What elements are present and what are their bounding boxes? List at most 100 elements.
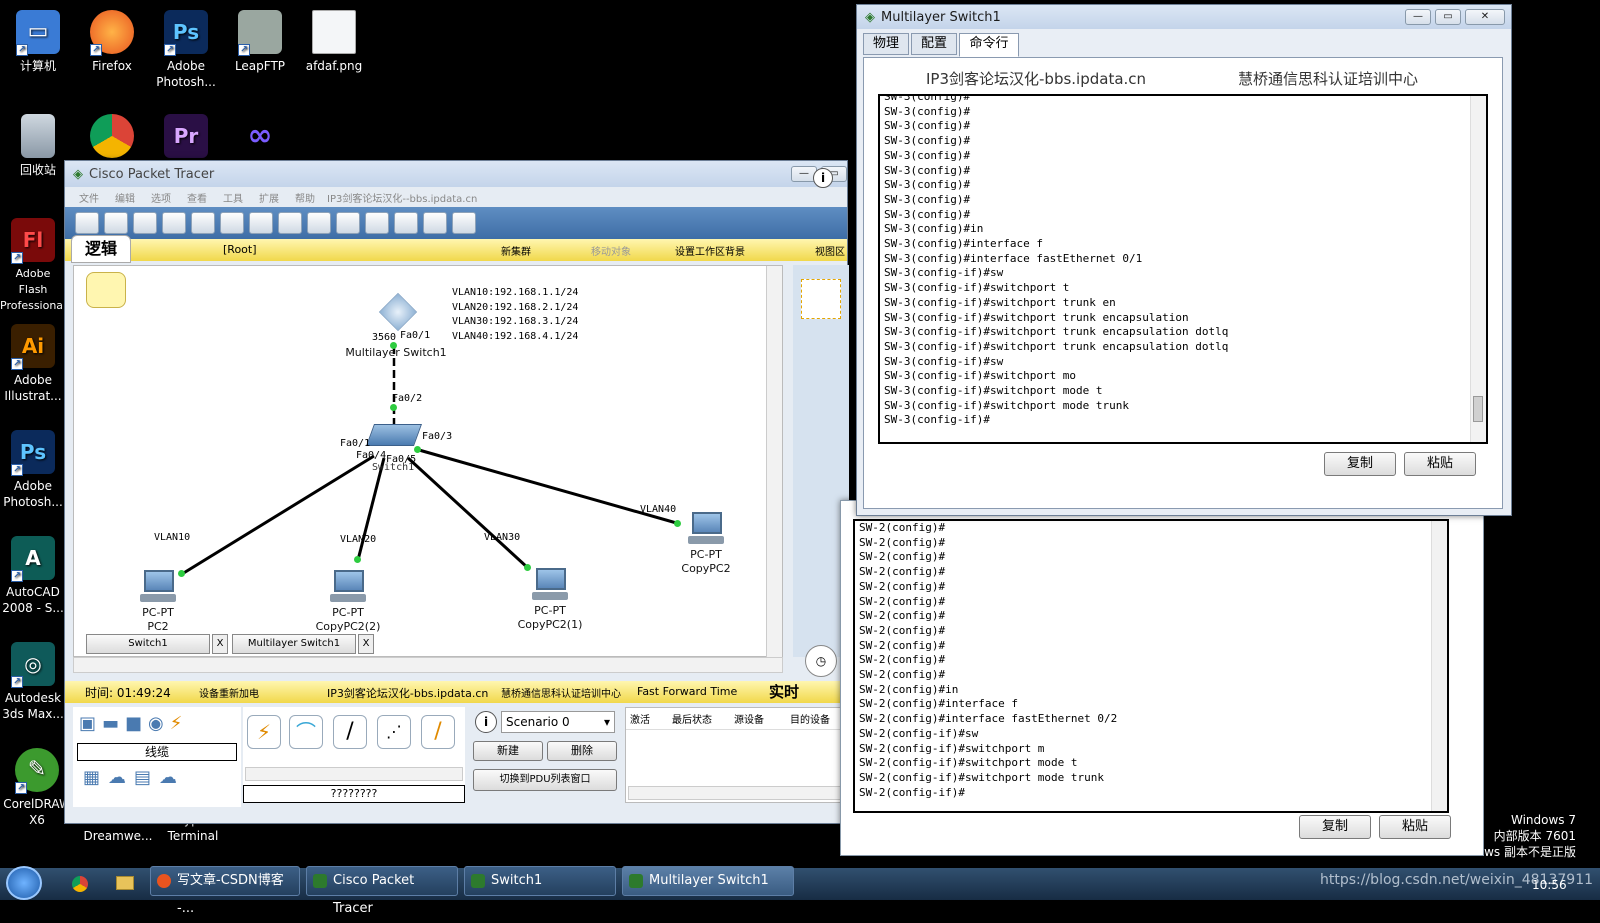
- start-button[interactable]: [6, 866, 42, 900]
- auto-cable-icon[interactable]: ⚡: [247, 715, 281, 749]
- desktop-icon-autocad[interactable]: A ↗ AutoCAD 2008 - S...: [0, 536, 66, 616]
- desktop-icon-firefox[interactable]: ↗ Firefox: [74, 10, 150, 74]
- crossover-cable-icon[interactable]: ⋰: [377, 715, 411, 749]
- menu-file[interactable]: 文件: [79, 190, 99, 205]
- ml-copy-button[interactable]: 复制: [1324, 452, 1396, 476]
- minimize-button[interactable]: —: [1405, 9, 1431, 25]
- desktop-icon-afdaf[interactable]: afdaf.png: [296, 10, 372, 74]
- tab-config[interactable]: 配置: [911, 33, 957, 55]
- undo-icon[interactable]: [278, 212, 302, 234]
- open-tab-ml-switch1[interactable]: Multilayer Switch1: [232, 634, 356, 654]
- new-cluster-button[interactable]: 新集群: [501, 243, 531, 258]
- info-icon[interactable]: i: [813, 168, 833, 188]
- scenario-select[interactable]: Scenario 0 ▾: [501, 711, 615, 733]
- desktop-icon-computer[interactable]: ▭ ↗ 计算机: [0, 10, 76, 74]
- taskbar-item-switch1[interactable]: Switch1: [464, 866, 616, 896]
- desktop-icon-photoshop-2[interactable]: Ps ↗ Adobe Photosh...: [0, 430, 66, 510]
- fiber-cable-icon[interactable]: /: [421, 715, 455, 749]
- tab-cli[interactable]: 命令行: [959, 33, 1019, 57]
- menu-tools[interactable]: 工具: [223, 190, 243, 205]
- tab-physical[interactable]: 物理: [863, 33, 909, 55]
- desktop-icon-photoshop[interactable]: Ps ↗ Adobe Photosh...: [148, 10, 224, 90]
- copy-icon[interactable]: [220, 212, 244, 234]
- switch1-paste-button[interactable]: 粘贴: [1379, 815, 1451, 839]
- logical-tab[interactable]: 逻辑: [71, 235, 131, 263]
- console-cable-icon[interactable]: ⌒: [289, 715, 323, 749]
- wizard-icon[interactable]: [191, 212, 215, 234]
- watermark-line1: Windows 7: [1510, 813, 1576, 827]
- set-background-button[interactable]: 设置工作区背景: [675, 243, 745, 258]
- open-tab-switch1[interactable]: Switch1: [86, 634, 210, 654]
- device-template-icon[interactable]: [452, 212, 476, 234]
- paste-icon[interactable]: [249, 212, 273, 234]
- viewport-button[interactable]: 视图区: [815, 243, 845, 258]
- redo-icon[interactable]: [307, 212, 331, 234]
- canvas-horizontal-scrollbar[interactable]: [73, 657, 783, 673]
- switch1-cli-scrollbar[interactable]: [1431, 521, 1447, 811]
- toggle-pdu-list-button[interactable]: 切换到PDU列表窗口: [473, 769, 617, 791]
- print-icon[interactable]: [162, 212, 186, 234]
- zoom-reset-icon[interactable]: [365, 212, 389, 234]
- scenario-info-icon[interactable]: i: [475, 711, 497, 733]
- desktop-icon-coreldraw[interactable]: ✎ ↗ CorelDRAW X6: [0, 748, 74, 828]
- close-tab-switch1-button[interactable]: X: [212, 634, 228, 654]
- menu-edit[interactable]: 编辑: [115, 190, 135, 205]
- new-scenario-button[interactable]: 新建: [473, 741, 543, 761]
- ml-paste-button[interactable]: 粘贴: [1404, 452, 1476, 476]
- desktop-icon-3dsmax[interactable]: ◎ ↗ Autodesk 3ds Max...: [0, 642, 66, 722]
- ml-cli-scroll-thumb[interactable]: [1473, 396, 1483, 422]
- explorer-icon[interactable]: [116, 876, 134, 890]
- save-icon[interactable]: [133, 212, 157, 234]
- open-folder-icon[interactable]: [104, 212, 128, 234]
- palette-icon[interactable]: [423, 212, 447, 234]
- menu-extensions[interactable]: 扩展: [259, 190, 279, 205]
- app-icon: ∞: [247, 118, 273, 153]
- clock-icon[interactable]: ◷: [805, 645, 837, 677]
- close-tab-ml-switch1-button[interactable]: X: [358, 634, 374, 654]
- packet-tracer-icon: ◈: [865, 9, 875, 25]
- fast-forward-button[interactable]: Fast Forward Time: [637, 685, 737, 698]
- cable-scrollbar[interactable]: [245, 767, 463, 781]
- switch-port-up-label: Fa0/2: [392, 393, 423, 404]
- menu-view[interactable]: 查看: [187, 190, 207, 205]
- close-button[interactable]: ✕: [1465, 9, 1505, 25]
- canvas-vertical-scrollbar[interactable]: [766, 266, 782, 658]
- ml-cli-terminal[interactable]: SW-3(config)# SW-3(config)# SW-3(config)# S…: [878, 94, 1488, 444]
- switch-icon[interactable]: [365, 424, 423, 446]
- copypc2-1-icon[interactable]: [532, 568, 568, 602]
- topology-canvas[interactable]: 3560 Fa0/1 Multilayer Switch1 VLAN10:192…: [73, 265, 783, 658]
- menu-help[interactable]: 帮助: [295, 190, 315, 205]
- delete-scenario-button[interactable]: 删除: [547, 741, 617, 761]
- desktop-icon-leapftp[interactable]: ↗ LeapFTP: [222, 10, 298, 74]
- taskbar-item-packet-tracer[interactable]: Cisco Packet Tracer: [306, 866, 458, 916]
- chrome-icon[interactable]: [72, 876, 88, 892]
- switch1-copy-button[interactable]: 复制: [1299, 815, 1371, 839]
- zoom-in-icon[interactable]: [336, 212, 360, 234]
- desktop-icon-premiere[interactable]: Pr: [148, 114, 224, 162]
- move-object-button[interactable]: 移动对象: [591, 243, 631, 258]
- switch1-cli-terminal[interactable]: SW-2(config)# SW-2(config)# SW-2(config)# S…: [853, 519, 1449, 813]
- new-file-icon[interactable]: [75, 212, 99, 234]
- menu-options[interactable]: 选项: [151, 190, 171, 205]
- taskbar-clock[interactable]: 10:56: [1532, 878, 1567, 892]
- ml-cli-scrollbar[interactable]: [1470, 96, 1486, 442]
- desktop-icon-chrome[interactable]: [74, 114, 150, 162]
- desktop-icon-app[interactable]: ∞: [222, 114, 298, 162]
- copypc2-icon[interactable]: [688, 512, 724, 546]
- vlan10-label: VLAN10: [154, 532, 191, 543]
- pc2-icon[interactable]: [140, 570, 176, 604]
- maximize-button[interactable]: ▭: [1435, 9, 1461, 25]
- select-tool-icon[interactable]: [801, 279, 841, 319]
- realtime-mode-label[interactable]: 实时: [769, 681, 799, 702]
- pdu-scrollbar[interactable]: [628, 786, 842, 800]
- category-icons[interactable]: ▣▬■◉⚡: [73, 707, 241, 740]
- subcategory-icons[interactable]: ▦☁▤☁: [83, 767, 185, 788]
- power-cycle-button[interactable]: 设备重新加电: [199, 685, 259, 700]
- taskbar-item-csdn[interactable]: 写文章-CSDN博客 -...: [150, 866, 300, 916]
- zoom-out-icon[interactable]: [394, 212, 418, 234]
- straight-cable-icon[interactable]: /: [333, 715, 367, 749]
- desktop-icon-flash[interactable]: Fl ↗ Adobe Flash Professional: [0, 218, 66, 314]
- taskbar-item-ml-switch1[interactable]: Multilayer Switch1: [622, 866, 794, 896]
- desktop-icon-illustrator[interactable]: Ai ↗ Adobe Illustrat...: [0, 324, 66, 404]
- copypc2-2-icon[interactable]: [330, 570, 366, 604]
